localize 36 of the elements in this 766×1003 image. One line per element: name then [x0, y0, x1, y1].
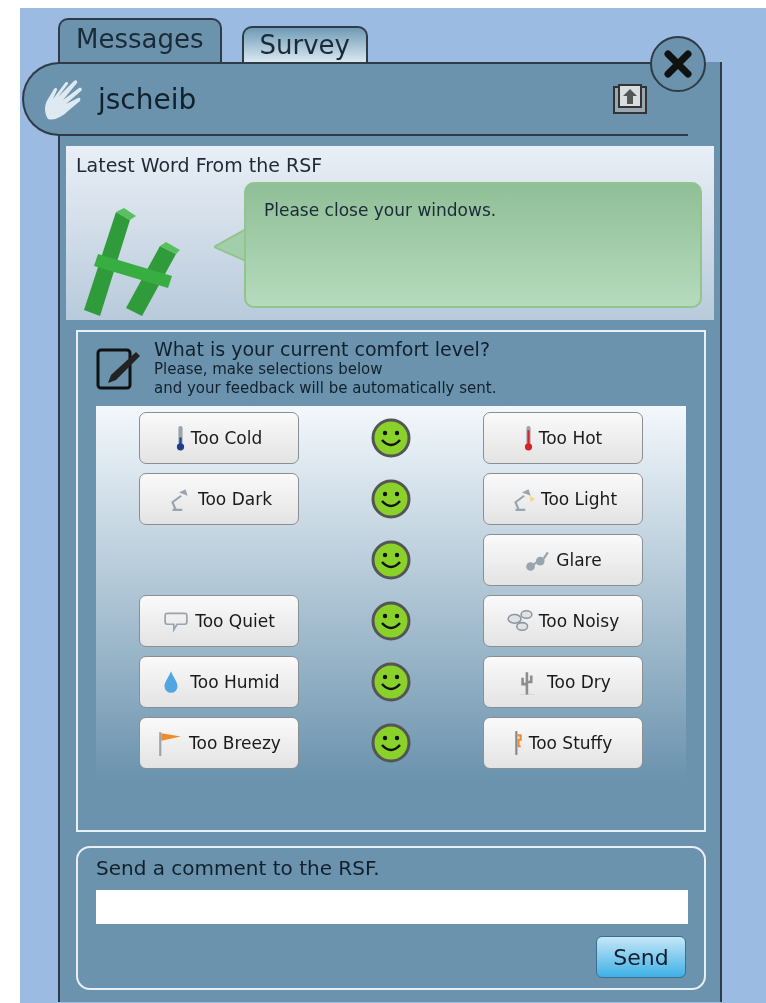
comfort-option-button[interactable]: Too Breezy	[139, 717, 299, 769]
comfort-option-button[interactable]: Too Noisy	[483, 595, 643, 647]
comfort-option-button[interactable]: Too Quiet	[139, 595, 299, 647]
smiley-icon	[371, 662, 411, 702]
comfort-option-button[interactable]: Too Stuffy	[483, 717, 643, 769]
comfort-option-button[interactable]: Too Humid	[139, 656, 299, 708]
comment-label: Send a comment to the RSF.	[96, 856, 381, 880]
comfort-option-button[interactable]: Too Dry	[483, 656, 643, 708]
thermometer-icon	[523, 425, 533, 451]
smiley-icon	[371, 723, 411, 763]
survey-instructions: and your feedback will be automatically sent.	[154, 379, 497, 398]
comfort-option-button[interactable]: Too Hot	[483, 412, 643, 464]
tab[interactable]: Messages	[58, 18, 222, 62]
comfort-option-button[interactable]: Too Dark	[139, 473, 299, 525]
windsock-icon	[157, 730, 184, 756]
survey-question: What is your current comfort level?	[154, 338, 491, 360]
section-title: Latest Word From the RSF	[76, 154, 324, 176]
comfort-option-button[interactable]: Too Cold	[139, 412, 299, 464]
smiley-icon	[371, 540, 411, 580]
smiley-icon	[371, 601, 411, 641]
comment-field[interactable]	[96, 890, 688, 924]
tab[interactable]: Survey	[241, 26, 368, 62]
comfort-option-button[interactable]: Too Light	[483, 473, 643, 525]
thermometer-icon	[175, 425, 185, 451]
windsock-icon	[513, 730, 523, 756]
send-button[interactable]: Send	[596, 936, 686, 978]
smiley-icon	[371, 479, 411, 519]
comfort-option-button[interactable]: Glare	[483, 534, 643, 586]
close-button[interactable]	[650, 36, 706, 92]
username: jscheib	[98, 82, 197, 116]
edit-icon	[96, 346, 142, 392]
speech-bubbles-icon	[506, 608, 533, 634]
upload-icon[interactable]	[612, 83, 648, 115]
smiley-icon	[371, 418, 411, 458]
survey-instructions: Please, make selections below	[154, 360, 384, 379]
close-icon	[662, 48, 694, 80]
